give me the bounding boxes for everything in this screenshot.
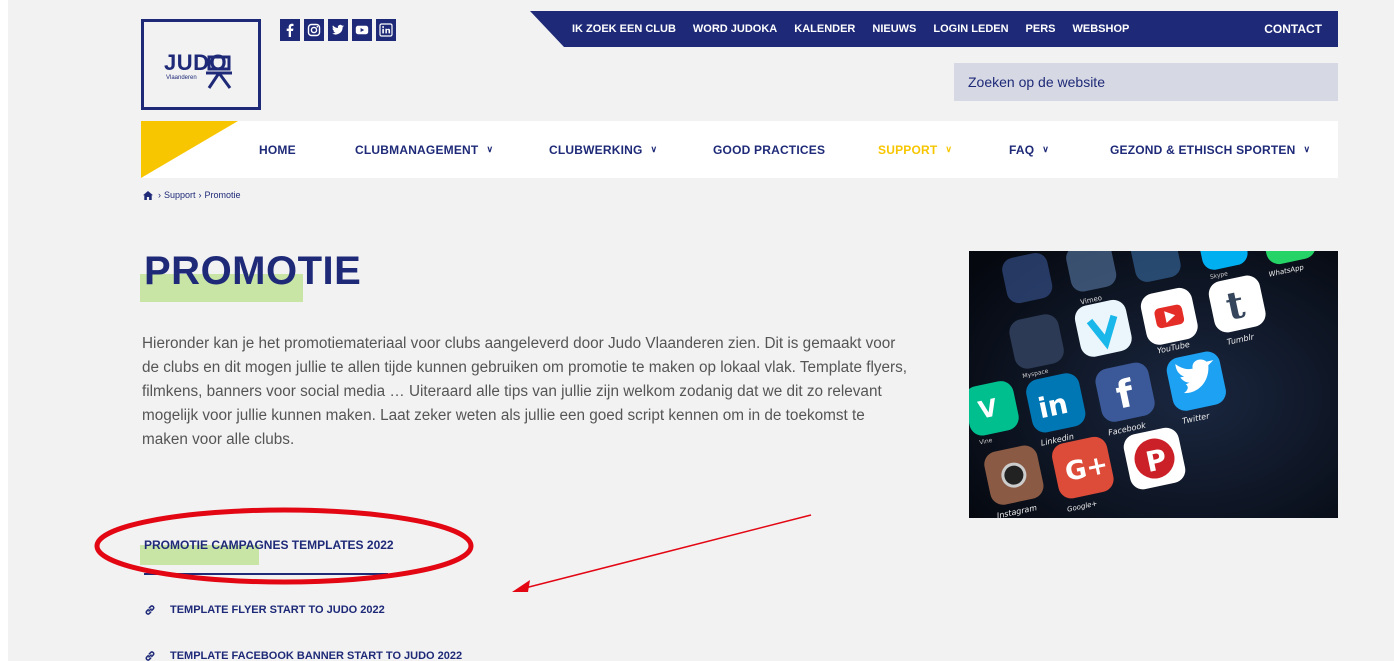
- topnav-webshop[interactable]: WEBSHOP: [1073, 23, 1130, 35]
- chevron-down-icon: ∨: [1303, 144, 1311, 154]
- social-media-apps-image: t V in f G+ P Vimeo YouTube Tumblr Linke…: [969, 251, 1338, 518]
- nav-good-practices-label: GOOD PRACTICES: [713, 142, 826, 157]
- logo-subtitle: Vlaanderen: [166, 75, 197, 81]
- topnav-contact[interactable]: CONTACT: [1264, 11, 1322, 47]
- nav-home[interactable]: HOME: [259, 121, 296, 178]
- nav-gezond-ethisch-sporten[interactable]: GEZOND & ETHISCH SPORTEN ∨: [1110, 121, 1310, 178]
- topnav-nieuws[interactable]: NIEUWS: [872, 23, 916, 35]
- nav-accent-shape: [141, 121, 238, 178]
- intro-paragraph: Hieronder kan je het promotiemateriaal v…: [142, 335, 907, 448]
- link-icon: [145, 651, 155, 661]
- breadcrumb-separator: ›: [198, 190, 202, 200]
- nav-support-label: SUPPORT: [878, 142, 938, 157]
- facebook-icon[interactable]: [280, 19, 300, 41]
- breadcrumb: › Support › Promotie: [143, 190, 241, 200]
- breadcrumb-separator: ›: [158, 190, 161, 200]
- topnav-pers[interactable]: PERS: [1026, 23, 1056, 35]
- page-title: PROMOTIE: [144, 249, 362, 293]
- top-nav: IK ZOEK EEN CLUB WORD JUDOKA KALENDER NI…: [572, 11, 1146, 47]
- nav-clubmanagement-label: CLUBMANAGEMENT: [355, 142, 479, 157]
- link-label: TEMPLATE FLYER START TO JUDO 2022: [170, 604, 385, 616]
- topnav-word-judoka[interactable]: WORD JUDOKA: [693, 23, 777, 35]
- breadcrumb-current: Promotie: [204, 190, 241, 200]
- chevron-down-icon: ∨: [486, 144, 494, 154]
- linkedin-icon[interactable]: [376, 19, 396, 41]
- home-icon[interactable]: [143, 190, 153, 200]
- annotation-arrow-line: [524, 514, 812, 589]
- nav-gezond-label: GEZOND & ETHISCH SPORTEN: [1110, 142, 1296, 157]
- nav-support[interactable]: SUPPORT ∨: [878, 121, 952, 178]
- twitter-icon[interactable]: [328, 19, 348, 41]
- judo-mark-icon: [206, 55, 232, 89]
- topnav-ik-zoek-een-club[interactable]: IK ZOEK EEN CLUB: [572, 23, 676, 35]
- breadcrumb-support[interactable]: Support: [164, 190, 196, 200]
- search-input[interactable]: [954, 63, 1338, 101]
- link-template-flyer[interactable]: TEMPLATE FLYER START TO JUDO 2022: [144, 604, 385, 616]
- judo-vlaanderen-logo[interactable]: JUDO Vlaanderen: [141, 19, 261, 110]
- section-title: PROMOTIE CAMPAGNES TEMPLATES 2022: [144, 538, 394, 552]
- chevron-down-icon: ∨: [1042, 144, 1050, 154]
- page-left-edge: [0, 0, 8, 661]
- instagram-icon[interactable]: [304, 19, 324, 41]
- chevron-down-icon: ∨: [650, 144, 658, 154]
- nav-clubmanagement[interactable]: CLUBMANAGEMENT ∨: [355, 121, 493, 178]
- link-template-facebook-banner[interactable]: TEMPLATE FACEBOOK BANNER START TO JUDO 2…: [144, 650, 462, 661]
- social-links: [280, 19, 396, 41]
- nav-clubwerking[interactable]: CLUBWERKING ∨: [549, 121, 657, 178]
- section-underline: [144, 573, 388, 575]
- nav-faq-label: FAQ: [1009, 142, 1035, 157]
- topnav-kalender[interactable]: KALENDER: [794, 23, 855, 35]
- topnav-login-leden[interactable]: LOGIN LEDEN: [933, 23, 1008, 35]
- nav-home-label: HOME: [259, 142, 296, 157]
- nav-faq[interactable]: FAQ ∨: [1009, 121, 1049, 178]
- nav-clubwerking-label: CLUBWERKING: [549, 142, 643, 157]
- youtube-icon[interactable]: [352, 19, 372, 41]
- main-nav: HOME CLUBMANAGEMENT ∨ CLUBWERKING ∨ GOOD P…: [141, 121, 1338, 178]
- annotation-arrow-head: [512, 580, 530, 592]
- link-label: TEMPLATE FACEBOOK BANNER START TO JUDO 2…: [170, 650, 463, 661]
- nav-good-practices[interactable]: GOOD PRACTICES: [713, 121, 825, 178]
- chevron-down-icon: ∨: [945, 144, 953, 154]
- link-icon: [145, 605, 155, 615]
